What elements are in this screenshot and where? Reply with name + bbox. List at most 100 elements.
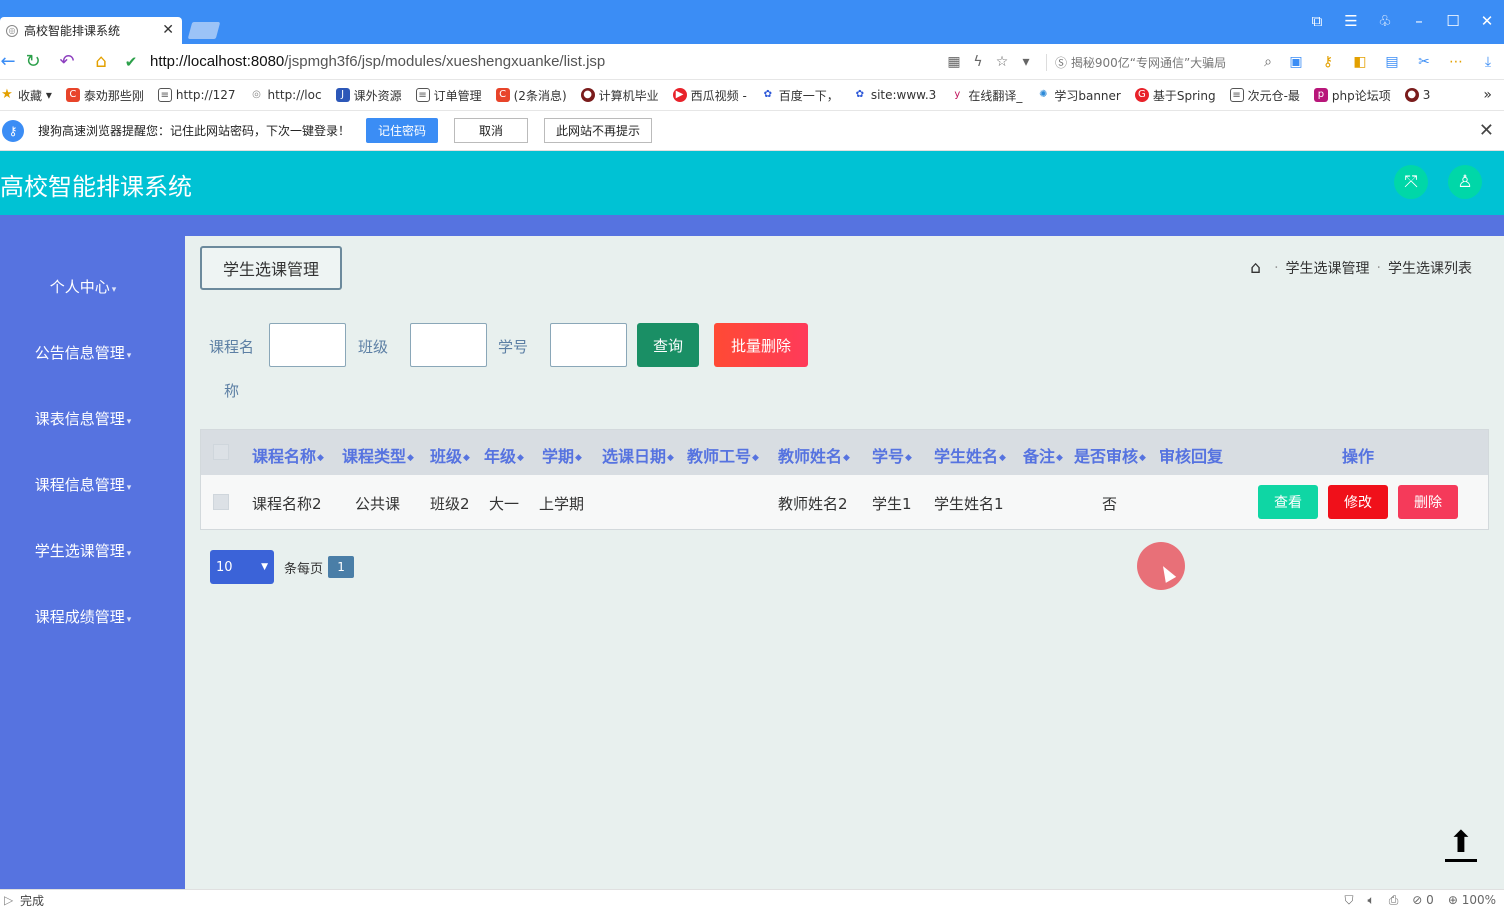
cancel-button[interactable]: 取消 — [454, 118, 529, 143]
bookmark-item[interactable]: ≡ http://127 — [157, 88, 236, 102]
bookmark-item[interactable]: ● 计算机毕业 — [580, 87, 659, 104]
bookmark-item[interactable]: ▶ 西瓜视频 - — [672, 87, 747, 104]
bookmark-item[interactable]: y 在线翻译_ — [950, 87, 1022, 104]
bookmarks-overflow-icon[interactable]: » — [1483, 87, 1492, 103]
menu-icon[interactable]: ☰ — [1334, 10, 1368, 32]
skin-icon[interactable]: ♧ — [1368, 10, 1402, 32]
zoom-control[interactable]: ⊕ 100% — [1448, 893, 1496, 907]
home-icon[interactable]: ⌂ — [84, 51, 118, 72]
class-input[interactable] — [410, 323, 487, 367]
column-header-label: 课程类型 — [342, 447, 407, 466]
query-button[interactable]: 查询 — [637, 323, 699, 367]
user-icon[interactable]: ♙ — [1448, 165, 1482, 199]
bookmark-item[interactable]: ✿ site:www.3 — [853, 88, 937, 102]
extension-icon[interactable]: ◧ — [1344, 54, 1376, 70]
batch-delete-button[interactable]: 批量删除 — [714, 323, 808, 367]
column-header[interactable]: 是否审核◆ — [1074, 443, 1146, 467]
never-prompt-button[interactable]: 此网站不再提示 — [544, 118, 653, 143]
sidebar-item-course-selection[interactable]: 学生选课管理 ▾ — [3, 540, 163, 561]
bookmark-item[interactable]: ◎ http://loc — [250, 88, 321, 102]
remember-password-button[interactable]: 记住密码 — [366, 118, 439, 143]
caret-down-icon: ▾ — [111, 285, 117, 295]
sort-icon: ◆ — [517, 452, 524, 463]
adblock-count: 0 — [1426, 893, 1434, 907]
column-header[interactable]: 教师工号◆ — [687, 443, 759, 467]
select-all-checkbox[interactable] — [213, 444, 229, 460]
page-number-button[interactable]: 1 — [328, 556, 355, 578]
bookmark-item[interactable]: ≡ 次元仓-最 — [1229, 87, 1300, 104]
key-icon[interactable]: ⚷ — [1312, 54, 1344, 70]
sidebar-item-grades[interactable]: 课程成绩管理 ▾ — [3, 606, 163, 627]
bookmark-item[interactable]: ≡ 订单管理 — [415, 87, 482, 104]
undo-icon[interactable]: ↶ — [50, 51, 84, 72]
new-tab-button[interactable] — [187, 22, 221, 39]
bookmark-item[interactable]: C 泰劝那些刚 — [65, 87, 144, 104]
tab-close-icon[interactable]: ✕ — [162, 22, 174, 38]
bookmark-item[interactable]: ● 3 — [1404, 88, 1430, 102]
browser-tab[interactable]: ◎ 高校智能排课系统 ✕ — [0, 17, 182, 44]
star-icon[interactable]: ☆ — [990, 54, 1014, 70]
dropdown-icon[interactable]: ▾ — [1014, 54, 1038, 70]
printer-icon[interactable]: ⎙ — [1389, 893, 1399, 908]
column-header[interactable]: 年级◆ — [484, 443, 524, 467]
column-header[interactable]: 学号◆ — [872, 443, 912, 467]
sidebar-item-timetable[interactable]: 课表信息管理 ▾ — [3, 408, 163, 429]
bookmark-favorites[interactable]: ★ 收藏 ▾ — [0, 87, 52, 104]
column-header[interactable]: 备注◆ — [1023, 443, 1063, 467]
student-no-input[interactable] — [550, 323, 627, 367]
sidebar-item-label: 课程信息管理 — [34, 476, 125, 494]
view-button[interactable]: 查看 — [1258, 485, 1318, 519]
bookmark-label: 百度一下， — [778, 88, 839, 103]
translate-icon[interactable]: ▣ — [1280, 54, 1312, 70]
back-arrow-icon[interactable]: ← — [0, 51, 16, 72]
scissors-icon[interactable]: ✂ — [1408, 54, 1440, 70]
search-box[interactable]: Ⓢ 揭秘900亿“专网通信”大骗局 — [1046, 53, 1256, 71]
column-header[interactable]: 教师姓名◆ — [778, 443, 850, 467]
column-header[interactable]: 选课日期◆ — [602, 443, 674, 467]
page-size-select[interactable]: 10 ▼ — [210, 550, 274, 584]
column-header-label: 教师姓名 — [778, 447, 843, 466]
minimize-icon[interactable]: – — [1402, 10, 1436, 32]
shield-check-icon[interactable]: ⛉ — [1344, 893, 1353, 908]
bookmark-item[interactable]: ✺ 学习banner — [1036, 87, 1121, 104]
bookmark-item[interactable]: G 基于Spring — [1134, 87, 1216, 104]
column-header[interactable]: 课程类型◆ — [342, 443, 414, 467]
column-header[interactable]: 学生姓名◆ — [934, 443, 1006, 467]
edit-button[interactable]: 修改 — [1328, 485, 1388, 519]
bookmark-item[interactable]: ✿ 百度一下， — [761, 87, 839, 104]
reader-icon[interactable]: ▤ — [1376, 54, 1408, 70]
reload-icon[interactable]: ↻ — [16, 51, 50, 72]
more-icon[interactable]: ⋯ — [1440, 54, 1472, 70]
column-header[interactable]: 学期◆ — [542, 443, 582, 467]
back-to-top-icon[interactable]: ⬆ — [1442, 826, 1480, 864]
address-bar[interactable]: http://localhost:8080/jspmgh3f6/jsp/modu… — [150, 53, 605, 70]
sidebar-item-course[interactable]: 课程信息管理 ▾ — [3, 474, 163, 495]
tab-count-icon[interactable]: ⧉ — [1300, 10, 1334, 32]
column-header[interactable]: 班级◆ — [430, 443, 470, 467]
bookmark-item[interactable]: J 课外资源 — [335, 87, 402, 104]
lightning-icon[interactable]: ϟ — [966, 54, 990, 70]
maximize-icon[interactable]: ☐ — [1436, 10, 1470, 32]
breadcrumb-separator: · — [1376, 260, 1381, 276]
close-window-icon[interactable]: ✕ — [1470, 10, 1504, 32]
bookmark-item[interactable]: p php论坛项 — [1313, 87, 1391, 104]
page-size-value: 10 — [216, 559, 233, 575]
cell-teacher-name: 教师姓名2 — [778, 495, 848, 513]
download-icon[interactable]: ⤓ — [1472, 54, 1504, 70]
adblock-icon[interactable]: ⊘ 0 — [1412, 893, 1434, 907]
sidebar-item-personal-center[interactable]: 个人中心 ▾ — [3, 276, 163, 297]
delete-button[interactable]: 删除 — [1398, 485, 1458, 519]
sidebar-item-notice[interactable]: 公告信息管理 ▾ — [3, 342, 163, 363]
row-checkbox[interactable] — [213, 494, 229, 510]
course-name-input[interactable] — [269, 323, 346, 367]
column-header[interactable]: 课程名称◆ — [252, 443, 324, 467]
search-icon[interactable]: ⌕ — [1256, 54, 1280, 70]
home-icon[interactable]: ⌂ — [1250, 258, 1261, 278]
fullscreen-icon[interactable]: ⤧ — [1394, 165, 1428, 199]
bookmark-item[interactable]: C (2条消息) — [495, 87, 567, 104]
speaker-icon[interactable]: 🔈︎ — [1367, 893, 1374, 908]
cell-semester: 上学期 — [539, 495, 585, 513]
qr-icon[interactable]: ▦ — [942, 54, 966, 70]
breadcrumb-item[interactable]: 学生选课管理 — [1286, 258, 1370, 278]
close-icon[interactable]: ✕ — [1479, 120, 1494, 141]
